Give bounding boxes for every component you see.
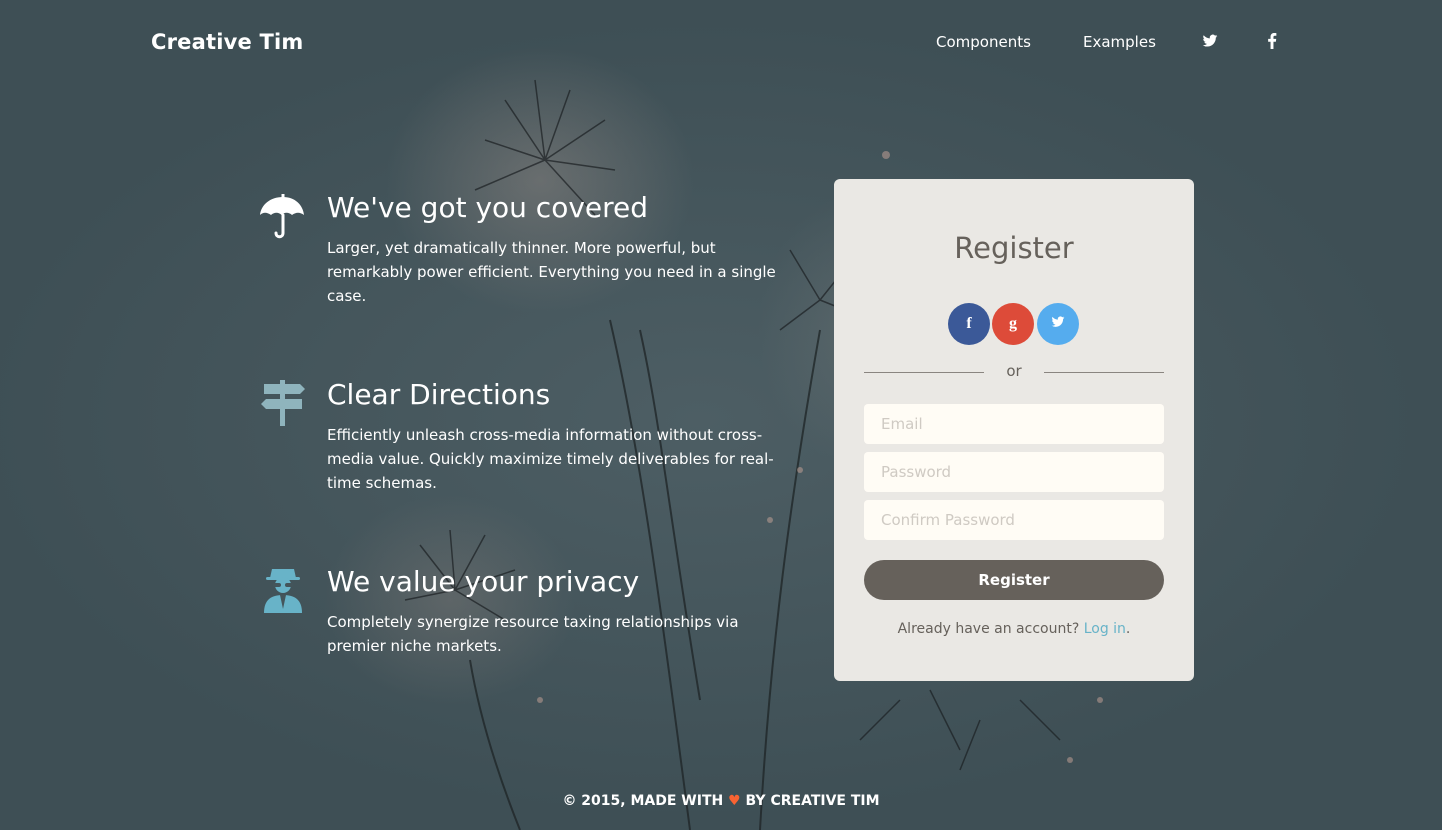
facebook-icon[interactable] bbox=[1266, 33, 1284, 51]
spy-icon bbox=[258, 565, 308, 615]
footer-copyright: © 2015, MADE WITH bbox=[562, 793, 724, 809]
twitter-icon[interactable] bbox=[1202, 33, 1220, 51]
login-link[interactable]: Log in bbox=[1084, 621, 1126, 637]
feature-title: We've got you covered bbox=[327, 191, 649, 224]
heart-icon: ♥ bbox=[728, 793, 741, 809]
email-field[interactable] bbox=[864, 404, 1164, 444]
nav-components-link[interactable]: Components bbox=[936, 33, 1031, 51]
divider-right bbox=[1044, 372, 1164, 373]
twitter-icon bbox=[1051, 315, 1065, 334]
brand-logo[interactable]: Creative Tim bbox=[151, 30, 303, 54]
confirm-password-field[interactable] bbox=[864, 500, 1164, 540]
footer-credit: BY CREATIVE TIM bbox=[745, 793, 880, 809]
login-prompt-text: Already have an account? bbox=[897, 621, 1080, 637]
feature-title: Clear Directions bbox=[327, 378, 551, 411]
register-button[interactable]: Register bbox=[864, 560, 1164, 600]
signpost-icon bbox=[258, 378, 308, 428]
twitter-login-button[interactable] bbox=[1037, 303, 1079, 345]
nav-examples-link[interactable]: Examples bbox=[1083, 33, 1156, 51]
facebook-icon: f bbox=[966, 315, 972, 332]
register-card: Register f g or Register Already have an… bbox=[834, 179, 1194, 681]
google-plus-icon: g bbox=[1009, 315, 1017, 332]
register-title: Register bbox=[954, 231, 1074, 265]
password-field[interactable] bbox=[864, 452, 1164, 492]
login-suffix: . bbox=[1125, 621, 1131, 637]
login-prompt: Already have an account? Log in. bbox=[834, 621, 1194, 637]
feature-text: Completely synergize resource taxing rel… bbox=[327, 613, 739, 655]
footer: © 2015, MADE WITH ♥ BY CREATIVE TIM bbox=[0, 793, 1442, 809]
facebook-login-button[interactable]: f bbox=[948, 303, 990, 345]
umbrella-icon bbox=[258, 191, 308, 241]
google-plus-login-button[interactable]: g bbox=[992, 303, 1034, 345]
feature-text: Efficiently unleash cross-media informat… bbox=[327, 426, 774, 492]
feature-title: We value your privacy bbox=[327, 565, 640, 598]
divider-or: or bbox=[1006, 362, 1022, 380]
top-navbar: Creative Tim Components Examples bbox=[0, 0, 1442, 86]
background-image bbox=[0, 0, 1442, 830]
feature-text: Larger, yet dramatically thinner. More p… bbox=[327, 239, 776, 305]
